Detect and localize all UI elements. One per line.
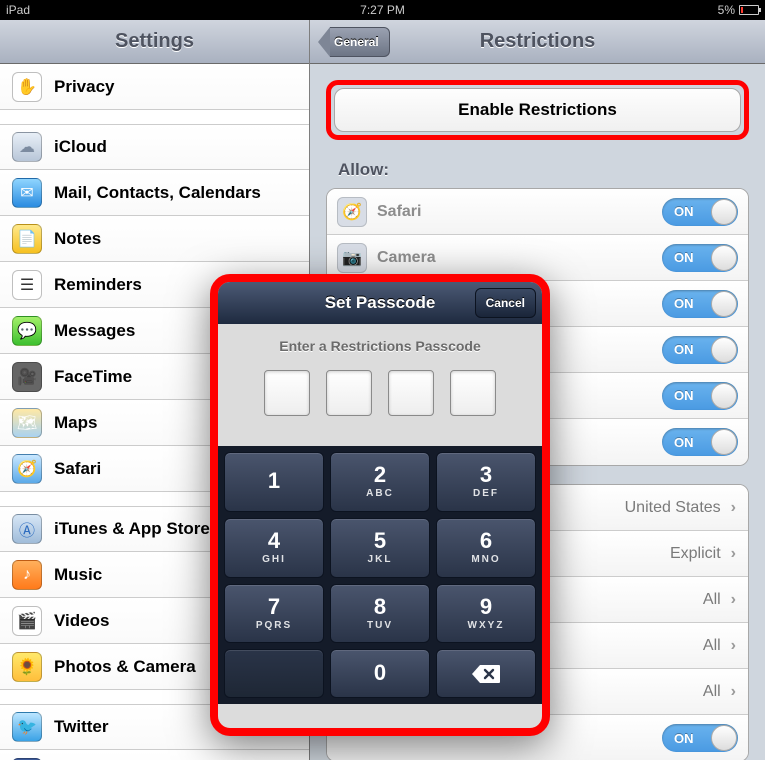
- value-label: All: [703, 683, 721, 701]
- enable-restrictions-highlight: Enable Restrictions: [326, 80, 749, 140]
- detail-navbar: General Restrictions: [310, 20, 765, 64]
- keypad-7[interactable]: 7PQRS: [224, 584, 324, 644]
- set-passcode-modal: Set Passcode Cancel Enter a Restrictions…: [210, 274, 550, 736]
- sidebar-item-label: iCloud: [54, 137, 107, 157]
- sidebar-item-label: Music: [54, 565, 102, 585]
- keypad-3[interactable]: 3DEF: [436, 452, 536, 512]
- sidebar-title: Settings: [115, 30, 194, 53]
- reminders-icon: ☰: [12, 270, 42, 300]
- mail-icon: ✉: [12, 178, 42, 208]
- sidebar-item-label: Maps: [54, 413, 97, 433]
- toggle[interactable]: ON: [662, 336, 738, 364]
- keypad-9[interactable]: 9WXYZ: [436, 584, 536, 644]
- keypad-0[interactable]: 0: [330, 649, 430, 698]
- sidebar-item-label: FaceTime: [54, 367, 132, 387]
- allow-section-header: Allow:: [338, 160, 749, 180]
- sidebar-item-label: Messages: [54, 321, 135, 341]
- sidebar-item-label: Notes: [54, 229, 101, 249]
- keypad-blank: [224, 649, 324, 698]
- value-label: Explicit: [670, 545, 721, 563]
- passcode-digit-3[interactable]: [388, 370, 434, 416]
- music-icon: ♪: [12, 560, 42, 590]
- passcode-digit-2[interactable]: [326, 370, 372, 416]
- value-label: United States: [625, 499, 721, 517]
- detail-title: Restrictions: [480, 30, 596, 53]
- twitter-icon: 🐦: [12, 712, 42, 742]
- messages-icon: 💬: [12, 316, 42, 346]
- allow-row-safari: 🧭 Safari ON: [327, 189, 748, 235]
- keypad-2[interactable]: 2ABC: [330, 452, 430, 512]
- sidebar-item-notes[interactable]: 📄 Notes: [0, 216, 309, 262]
- keypad-6[interactable]: 6MNO: [436, 518, 536, 578]
- enable-restrictions-button[interactable]: Enable Restrictions: [334, 88, 741, 132]
- toggle-safari[interactable]: ON: [662, 198, 738, 226]
- backspace-icon: [471, 663, 501, 685]
- cancel-button-label: Cancel: [486, 296, 525, 310]
- hand-icon: ✋: [12, 72, 42, 102]
- sidebar-navbar: Settings: [0, 20, 309, 64]
- battery-icon: [739, 5, 759, 15]
- value-label: All: [703, 591, 721, 609]
- sidebar-item-label: iTunes & App Stores: [54, 519, 219, 539]
- sidebar-item-privacy[interactable]: ✋ Privacy: [0, 64, 309, 110]
- clock-label: 7:27 PM: [0, 3, 765, 17]
- passcode-digit-1[interactable]: [264, 370, 310, 416]
- toggle-camera[interactable]: ON: [662, 244, 738, 272]
- toggle[interactable]: ON: [662, 724, 738, 752]
- keypad-backspace[interactable]: [436, 649, 536, 698]
- chevron-right-icon: ›: [731, 637, 736, 655]
- allow-row-label: Camera: [377, 249, 652, 267]
- safari-icon: 🧭: [12, 454, 42, 484]
- sidebar-item-label: Twitter: [54, 717, 108, 737]
- toggle[interactable]: ON: [662, 428, 738, 456]
- cancel-button[interactable]: Cancel: [475, 288, 536, 318]
- back-button-label: General: [334, 35, 379, 49]
- cloud-icon: ☁: [12, 132, 42, 162]
- notes-icon: 📄: [12, 224, 42, 254]
- sidebar-item-label: Photos & Camera: [54, 657, 196, 677]
- sidebar-item-label: Mail, Contacts, Calendars: [54, 183, 261, 203]
- camera-icon: 📷: [337, 243, 367, 273]
- sidebar-item-facebook[interactable]: f Facebook: [0, 750, 309, 760]
- keypad-8[interactable]: 8TUV: [330, 584, 430, 644]
- passcode-prompt: Enter a Restrictions Passcode: [232, 338, 528, 354]
- toggle[interactable]: ON: [662, 382, 738, 410]
- videos-icon: 🎬: [12, 606, 42, 636]
- sidebar-item-label: Safari: [54, 459, 101, 479]
- sidebar-item-label: Privacy: [54, 77, 115, 97]
- photos-icon: 🌻: [12, 652, 42, 682]
- passcode-digit-4[interactable]: [450, 370, 496, 416]
- numeric-keypad: 1 2ABC 3DEF 4GHI 5JKL 6MNO 7PQRS 8TUV 9W…: [218, 446, 542, 704]
- value-label: All: [703, 637, 721, 655]
- maps-icon: 🗺: [12, 408, 42, 438]
- safari-icon: 🧭: [337, 197, 367, 227]
- sidebar-item-label: Reminders: [54, 275, 142, 295]
- chevron-right-icon: ›: [731, 545, 736, 563]
- toggle[interactable]: ON: [662, 290, 738, 318]
- passcode-navbar: Set Passcode Cancel: [218, 282, 542, 324]
- passcode-title: Set Passcode: [325, 293, 436, 313]
- sidebar-item-icloud[interactable]: ☁ iCloud: [0, 124, 309, 170]
- keypad-5[interactable]: 5JKL: [330, 518, 430, 578]
- keypad-4[interactable]: 4GHI: [224, 518, 324, 578]
- status-bar: iPad 7:27 PM 5%: [0, 0, 765, 20]
- allow-row-label: Safari: [377, 203, 652, 221]
- chevron-right-icon: ›: [731, 683, 736, 701]
- back-button[interactable]: General: [318, 27, 390, 57]
- sidebar-item-label: Videos: [54, 611, 109, 631]
- enable-restrictions-label: Enable Restrictions: [458, 100, 617, 120]
- passcode-fields: [232, 370, 528, 416]
- sidebar-item-mail[interactable]: ✉ Mail, Contacts, Calendars: [0, 170, 309, 216]
- chevron-right-icon: ›: [731, 591, 736, 609]
- chevron-right-icon: ›: [731, 499, 736, 517]
- appstore-icon: Ⓐ: [12, 514, 42, 544]
- keypad-1[interactable]: 1: [224, 452, 324, 512]
- facetime-icon: 🎥: [12, 362, 42, 392]
